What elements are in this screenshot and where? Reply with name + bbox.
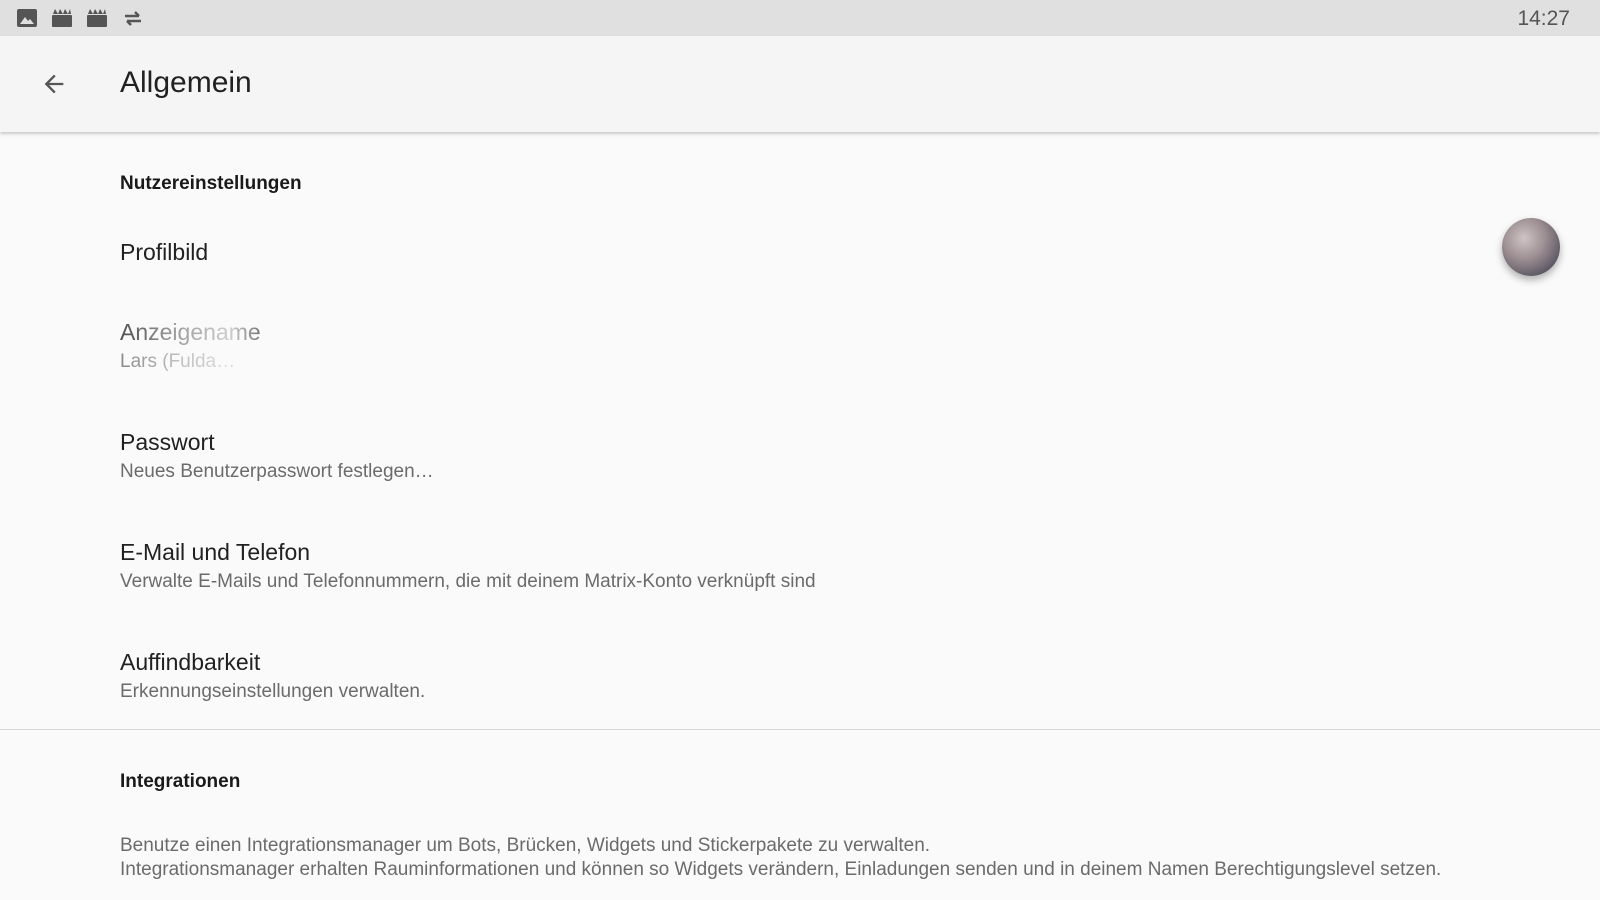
android-icon [52, 9, 72, 27]
back-button[interactable] [32, 62, 76, 106]
section-header-user-settings: Nutzereinstellungen [120, 173, 302, 194]
avatar[interactable] [1502, 218, 1560, 276]
pref-password[interactable]: Passwort Neues Benutzerpasswort festlege… [120, 428, 1520, 485]
pref-discoverability[interactable]: Auffindbarkeit Erkennungseinstellungen v… [120, 648, 1520, 705]
pref-summary: Verwalte E-Mails und Telefonnummern, die… [120, 571, 816, 592]
pref-profile-picture[interactable]: Profilbild [120, 238, 1520, 266]
pref-title: Auffindbarkeit [120, 649, 261, 675]
app-bar: Allgemein [0, 36, 1600, 132]
pref-title: E-Mail und Telefon [120, 539, 311, 565]
image-icon [17, 9, 37, 27]
page-title: Allgemein [120, 66, 252, 99]
pref-email-phone[interactable]: E-Mail und Telefon Verwalte E-Mails und … [120, 538, 1520, 595]
section-divider [0, 729, 1600, 730]
pref-summary: Erkennungseinstellungen verwalten. [120, 681, 426, 702]
pref-title: Profilbild [120, 239, 209, 265]
pref-display-name[interactable]: Anzeigename Lars (Fulda… [120, 318, 1520, 375]
pref-title: Passwort [120, 429, 215, 455]
pref-summary: Lars (Fulda… [120, 351, 236, 372]
android-icon [87, 9, 107, 27]
status-time: 14:27 [1517, 7, 1570, 30]
integrations-line-1: Benutze einen Integrationsmanager um Bot… [120, 835, 931, 856]
integrations-line-2: Integrationsmanager erhalten Rauminforma… [120, 859, 1442, 880]
integrations-description: Benutze einen Integrationsmanager um Bot… [120, 834, 1560, 882]
arrow-back-icon [44, 74, 64, 94]
status-bar: 14:27 [0, 0, 1600, 36]
section-header-integrations: Integrationen [120, 771, 241, 792]
sync-arrows-icon [125, 11, 141, 26]
pref-summary: Neues Benutzerpasswort festlegen… [120, 461, 434, 482]
pref-title: Anzeigename [120, 319, 261, 345]
